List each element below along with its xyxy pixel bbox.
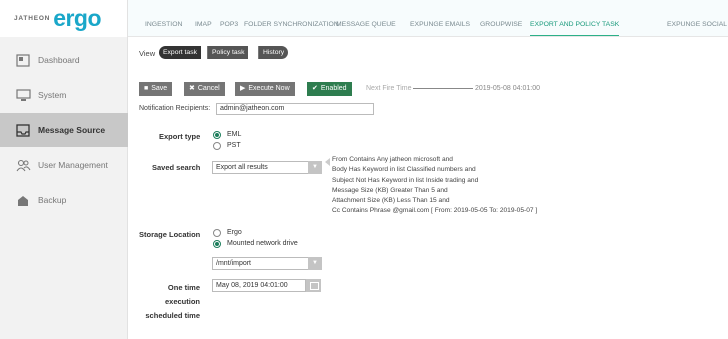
storage-location-label: Storage Location [139,230,201,239]
sidebar-item-label: Dashboard [38,55,80,65]
saved-search-query: From Contains Any jatheon microsoft and … [332,155,537,217]
view-pill-export-task[interactable]: Export task [159,46,201,59]
backup-icon [18,195,28,206]
storage-mounted-drive-radio[interactable] [213,240,221,248]
saved-search-select[interactable]: Export all results ▼ [212,161,322,174]
view-label: View [139,49,156,58]
query-line: Cc Contains Phrase @gmail.com [ From: 20… [332,207,538,215]
cancel-label: Cancel [197,85,220,92]
play-icon: ▶ [240,85,246,92]
logo-company: JATHEON [14,15,51,22]
saved-search-value: Export all results [216,164,268,171]
close-icon: ✖ [189,85,195,92]
scheduled-time-input[interactable]: May 08, 2019 04:01:00 [212,279,306,292]
export-type-pst-radio[interactable] [213,142,221,150]
scheduled-time-label: One time execution scheduled time [140,281,200,323]
storage-mounted-drive-label: Mounted network drive [227,240,298,247]
export-type-eml-radio[interactable] [213,131,221,139]
view-pill-history[interactable]: History [258,46,289,59]
export-type-pst-label: PST [227,142,241,149]
query-line: Body Has Keyword in list Classified numb… [332,166,476,174]
sidebar-item-label: User Management [38,160,108,170]
sidebar-item-label: Backup [38,195,67,205]
notification-recipients-input[interactable]: admin@jatheon.com [216,103,374,115]
sidebar-item-label: System [38,90,67,100]
dashboard-icon [16,53,30,67]
sidebar-item-backup[interactable]: Backup [0,183,128,217]
storage-ergo-label: Ergo [227,229,242,236]
floppy-icon: ■ [144,85,149,92]
tab-ingestion[interactable]: INGESTION [145,13,182,36]
tab-folder-synchronization[interactable]: FOLDER SYNCHRONIZATION [244,13,339,36]
scheduled-time-label-line: One time [167,283,200,292]
next-fire-divider [413,88,473,89]
cancel-button[interactable]: ✖ Cancel [184,82,225,96]
top-tab-bar: INGESTION IMAP POP3 FOLDER SYNCHRONIZATI… [128,0,728,37]
inbox-icon [16,123,30,137]
tab-imap[interactable]: IMAP [195,13,212,36]
enabled-label: Enabled [320,85,347,92]
sidebar-item-system[interactable]: System [0,78,128,112]
mount-path-value: /mnt/import [216,260,252,267]
saved-search-label: Saved search [152,163,201,172]
scheduled-time-label-line: execution [164,297,200,306]
save-button[interactable]: ■ Save [139,82,173,96]
chevron-down-icon: ▼ [308,257,322,270]
export-type-eml-label: EML [227,131,242,138]
chevron-down-icon: ▼ [308,161,322,174]
sidebar-item-user-management[interactable]: User Management [0,148,128,182]
next-fire-value: 2019-05-08 04:01:00 [475,85,540,92]
query-line: Subject Not Has Keyword in list Inside t… [332,176,479,184]
monitor-icon [16,88,31,101]
tab-groupwise[interactable]: GROUPWISE [480,13,522,36]
sidebar-item-message-source[interactable]: Message Source [0,113,128,147]
tab-export-and-policy-task[interactable]: EXPORT AND POLICY TASK [530,13,620,36]
next-fire-label: Next Fire Time [366,85,412,92]
query-pointer-icon [325,158,330,166]
sidebar: JATHEON ergo Dashboard System Message So… [0,0,128,339]
users-icon [16,159,31,171]
query-line: Message Size (KB) Greater Than 5 and [332,186,448,194]
view-pill-policy-task[interactable]: Policy task [207,46,249,59]
check-icon: ✔ [312,85,318,92]
tab-expunge-social[interactable]: EXPUNGE SOCIAL [667,13,727,36]
sidebar-item-label: Message Source [38,125,106,135]
query-line: From Contains Any jatheon microsoft and [332,156,453,163]
sidebar-item-dashboard[interactable]: Dashboard [0,43,128,77]
enabled-toggle-button[interactable]: ✔ Enabled [307,82,352,96]
calendar-icon[interactable] [306,279,321,292]
mount-path-select[interactable]: /mnt/import ▼ [212,257,322,270]
tab-expunge-emails[interactable]: EXPUNGE EMAILS [410,13,470,36]
tab-pop3[interactable]: POP3 [220,13,238,36]
export-type-label: Export type [159,132,201,141]
query-line: Attachment Size (KB) Less Than 15 and [332,197,450,205]
execute-now-button[interactable]: ▶ Execute Now [235,82,295,96]
storage-ergo-radio[interactable] [213,229,221,237]
notification-recipients-label: Notification Recipients: [139,105,211,112]
save-label: Save [151,85,168,92]
logo-product: ergo [53,5,102,31]
logo[interactable]: JATHEON ergo [0,0,127,37]
tab-message-queue[interactable]: MESSAGE QUEUE [336,13,396,36]
execute-label: Execute Now [248,85,290,92]
scheduled-time-label-line: scheduled time [145,311,200,320]
